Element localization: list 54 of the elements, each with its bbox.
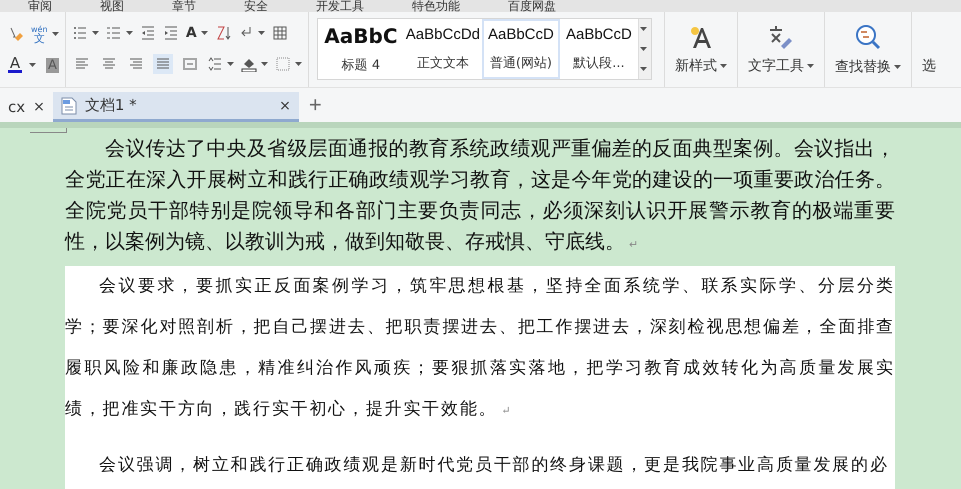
new-tab-button[interactable]: +	[298, 92, 332, 122]
style-option[interactable]: AaBbCcDd 正文文本	[404, 19, 482, 79]
numbered-list-icon[interactable]	[106, 24, 122, 41]
align-button[interactable]	[152, 54, 173, 74]
close-icon[interactable]: ×	[279, 98, 291, 114]
menu-item[interactable]: 百度网盘	[508, 0, 556, 12]
font-color-button[interactable]: A	[8, 56, 22, 74]
paragraph: 会议要求，要抓实正反面案例学习，筑牢思想根基，坚持全面系统学、联系实际学、分层分类学；要深化对照剖析，把自己摆进去、把职责摆进去、把工作摆进去，深刻检视思想偏差，全面排查履职风险和廉政隐患，精准纠治作风顽疾；要狠抓落实落地，把学习教育成效转化为高质量发展实绩，把准实干方向，践行实干初心，提升实干效能。 ↵	[65, 266, 895, 445]
caret-icon	[258, 30, 265, 35]
indent-icon[interactable]	[162, 24, 179, 41]
paragraph-mark: ↵	[501, 404, 512, 417]
ribbon-button[interactable]: 文字工具	[748, 57, 814, 76]
document-tab[interactable]: 文档1 * ×	[52, 92, 299, 122]
borders-icon[interactable]	[274, 56, 291, 72]
sort-icon[interactable]	[214, 24, 231, 41]
paragraph: 会议传达了中央及省级层面通报的教育系统政绩观严重偏差的反面典型案例。会议指出，全党正在深入开展树立和践行正确政绩观学习教育，这是今年党的建设的一项重要政治任务。全院党员干部特别是院领导和各部门主要负责同志，必须深刻认识开展警示教育的极端重要性，以案例为镜、以教训为戒，做到知敬畏、存戒惧、守底线。 ↵	[65, 135, 895, 255]
table-icon[interactable]	[272, 24, 288, 41]
caret-icon	[640, 47, 647, 51]
ribbon-button[interactable]: 新样式	[674, 57, 727, 76]
menu-item[interactable]: 审阅	[28, 0, 52, 12]
ribbon-button[interactable]: 选	[922, 57, 936, 76]
menu-item[interactable]: 视图	[100, 0, 124, 12]
bullet-list-icon[interactable]	[72, 24, 88, 41]
eraser-icon[interactable]	[8, 26, 24, 42]
document-icon	[60, 96, 77, 114]
font-size-button[interactable]: A	[186, 26, 197, 40]
pinyin-icon[interactable]: wén 文	[31, 24, 48, 42]
menu-item[interactable]: 开发工具	[316, 0, 364, 12]
outdent-icon[interactable]	[140, 24, 156, 41]
menu-item[interactable]: 特色功能	[412, 0, 460, 12]
ribbon-button[interactable]: 查找替换	[834, 58, 901, 76]
caret-icon	[200, 30, 208, 35]
document-tab[interactable]: cx ×	[0, 92, 53, 122]
caret-icon	[52, 32, 59, 36]
caret-icon	[126, 30, 133, 35]
paragraph: 会议强调，树立和践行正确政绩观是新时代党员干部的终身课题，更是我院事业高质量发展的必	[65, 445, 895, 489]
menu-item[interactable]: 安全	[244, 0, 268, 12]
margin-corner-mark	[30, 128, 67, 133]
style-option[interactable]: AaBbC 标题 4	[318, 19, 404, 79]
style-option[interactable]: AaBbCcD 默认段...	[560, 19, 638, 79]
align-icon	[182, 56, 198, 72]
paragraph-mark: ↵	[629, 238, 638, 251]
line-spacing-icon[interactable]	[206, 56, 223, 72]
style-option[interactable]: AaBbCcD 普通(网站)	[482, 19, 560, 79]
close-icon[interactable]: ×	[33, 99, 45, 115]
caret-icon	[92, 30, 99, 35]
more-icon	[640, 67, 647, 71]
caret-icon	[226, 62, 234, 66]
shading-bucket-icon[interactable]	[240, 56, 257, 72]
search-replace-icon	[854, 23, 882, 52]
caret-icon	[260, 62, 268, 66]
caret-icon	[29, 63, 36, 67]
menu-item[interactable]: 章节	[172, 0, 196, 12]
caret-icon	[294, 62, 302, 66]
